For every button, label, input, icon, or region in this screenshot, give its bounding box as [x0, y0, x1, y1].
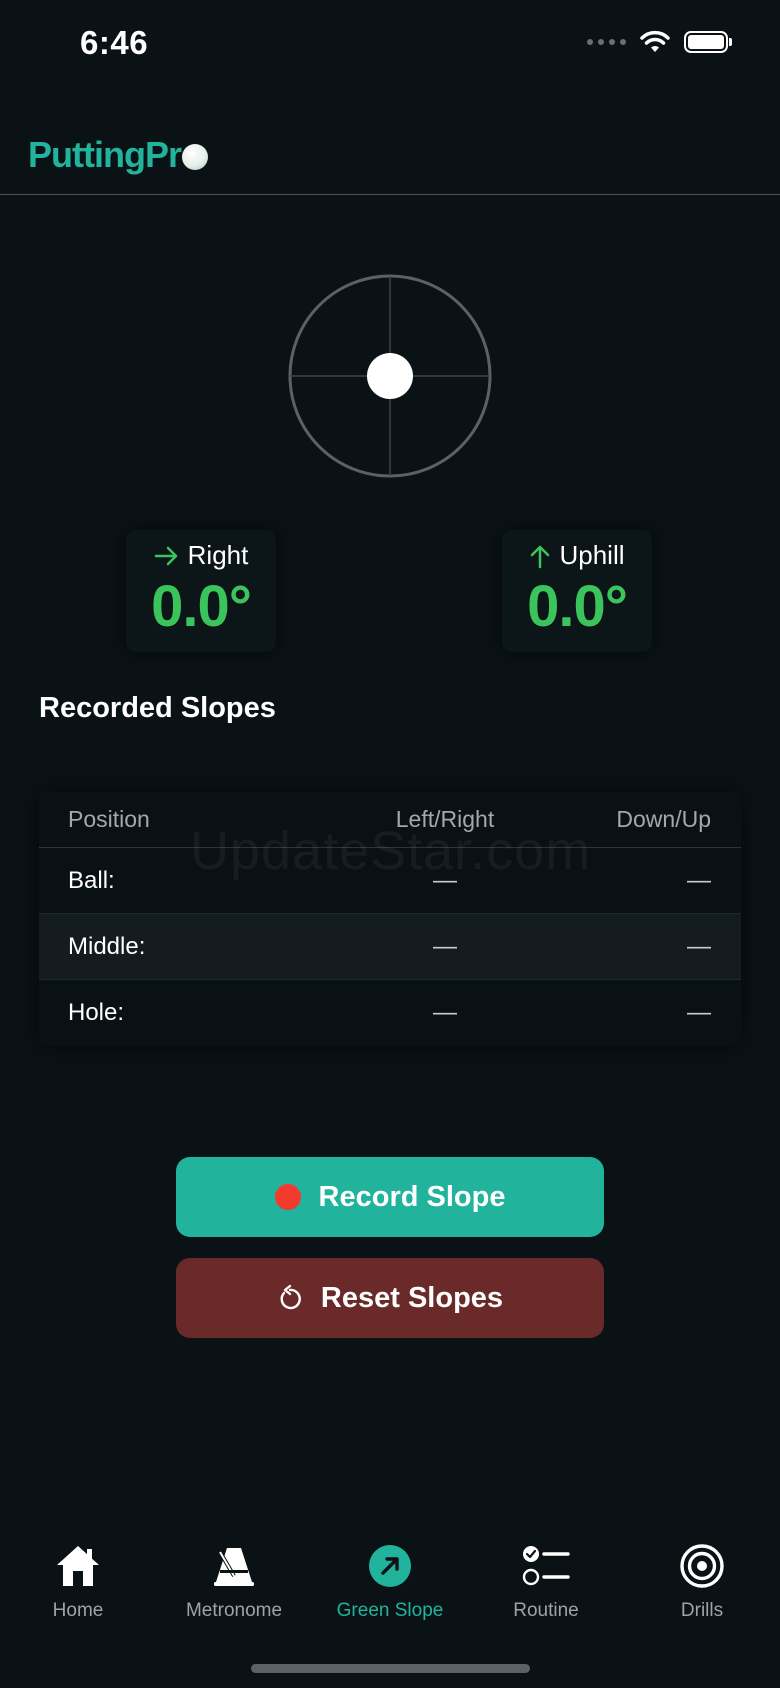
- tab-label: Home: [52, 1600, 104, 1621]
- target-icon: [680, 1544, 724, 1588]
- left-right-readout: Right 0.0°: [126, 530, 276, 652]
- row-down-up: —: [687, 932, 711, 960]
- arrow-right-icon: [154, 546, 177, 565]
- row-left-right: —: [433, 999, 457, 1026]
- metronome-icon: [214, 1548, 254, 1586]
- app-name: PuttingPr: [28, 134, 182, 175]
- tab-home[interactable]: Home: [0, 1540, 156, 1640]
- recorded-slopes-table: Position Left/Right Down/Up Ball: — — Mi…: [39, 792, 741, 1046]
- bubble-level: [288, 274, 492, 478]
- tab-green-slope[interactable]: Green Slope: [312, 1540, 468, 1640]
- reset-icon: [280, 1284, 301, 1310]
- record-slope-label: Record Slope: [318, 1180, 506, 1213]
- readout-value: 0.0°: [151, 574, 252, 639]
- row-down-up: —: [687, 999, 711, 1026]
- table-row: Middle: — —: [39, 914, 741, 980]
- section-title: Recorded Slopes: [39, 692, 276, 724]
- table-header: Position Left/Right Down/Up: [39, 792, 741, 848]
- table-row: Hole: — —: [39, 980, 741, 1046]
- tab-drills[interactable]: Drills: [624, 1540, 780, 1640]
- row-down-up: —: [687, 866, 711, 894]
- arrow-up-icon: [531, 545, 550, 568]
- status-time: 6:46: [80, 24, 149, 61]
- tab-routine[interactable]: Routine: [468, 1540, 624, 1640]
- column-header: Left/Right: [395, 806, 495, 832]
- house-icon: [57, 1546, 99, 1586]
- reset-slopes-button[interactable]: Reset Slopes: [176, 1258, 604, 1338]
- header-divider: [0, 194, 780, 195]
- table-row: Ball: — —: [39, 848, 741, 914]
- row-left-right: —: [433, 866, 457, 894]
- record-slope-button[interactable]: Record Slope: [176, 1157, 604, 1237]
- tab-label: Green Slope: [336, 1600, 444, 1621]
- row-position: Hole:: [68, 999, 125, 1026]
- golf-ball-icon: [181, 144, 208, 170]
- row-position: Middle:: [68, 932, 146, 960]
- tab-label: Routine: [513, 1600, 579, 1621]
- reset-slopes-label: Reset Slopes: [320, 1281, 504, 1314]
- tab-label: Metronome: [185, 1600, 283, 1621]
- column-header: Position: [68, 806, 150, 832]
- status-icons: [587, 30, 732, 54]
- signal-icon: [587, 39, 626, 45]
- readout-value: 0.0°: [527, 574, 628, 639]
- level-bubble: [367, 353, 413, 399]
- checklist-icon: [522, 1546, 570, 1586]
- readout-direction: Right: [187, 540, 249, 570]
- row-position: Ball:: [68, 866, 115, 894]
- tab-bar: Home Metronome Green Slope Routine Drill…: [0, 1540, 780, 1640]
- slope-arrow-icon: [369, 1545, 411, 1587]
- readout-direction: Uphill: [559, 540, 625, 570]
- app-logo: PuttingPr: [28, 134, 208, 176]
- down-up-readout: Uphill 0.0°: [502, 530, 652, 652]
- tab-label: Drills: [680, 1600, 724, 1621]
- home-indicator: [251, 1664, 530, 1673]
- row-left-right: —: [433, 932, 457, 960]
- record-dot-icon: [274, 1184, 301, 1210]
- column-header: Down/Up: [616, 806, 711, 832]
- battery-icon: [684, 31, 732, 53]
- wifi-icon: [640, 30, 670, 52]
- tab-metronome[interactable]: Metronome: [156, 1540, 312, 1640]
